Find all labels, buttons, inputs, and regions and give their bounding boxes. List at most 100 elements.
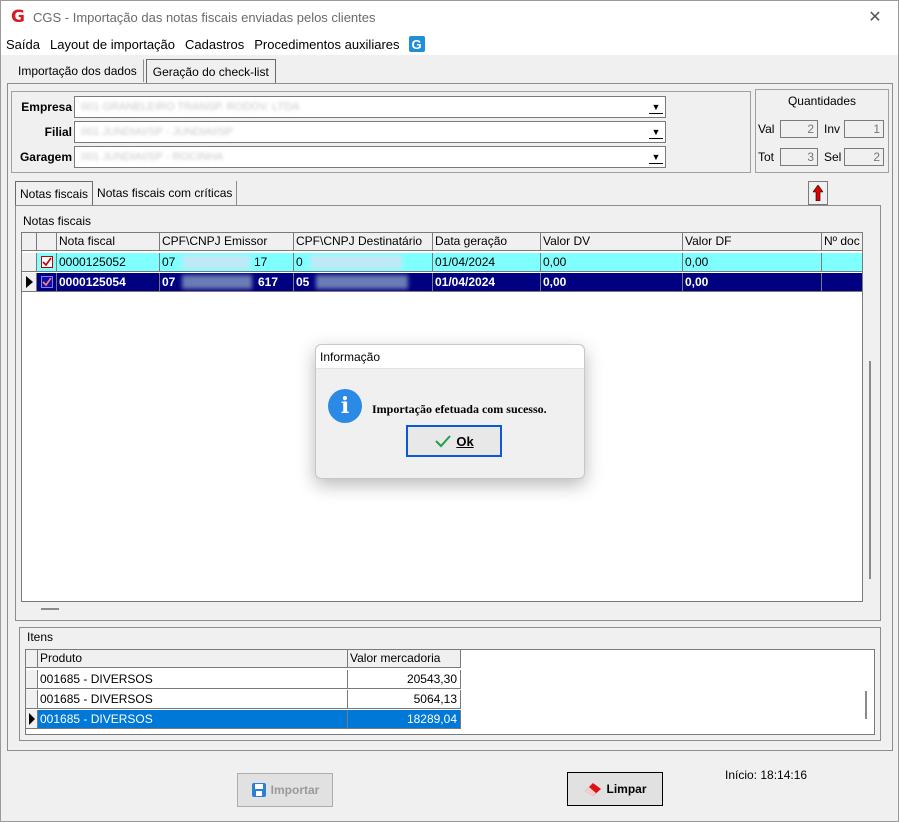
- header-nota-fiscal[interactable]: Nota fiscal: [57, 233, 160, 251]
- inicio-timestamp: Início: 18:14:16: [725, 768, 808, 782]
- cell-data: 01/04/2024: [433, 253, 541, 272]
- table-row[interactable]: 001685 - DIVERSOS 20543,30: [26, 670, 461, 689]
- grid-header: Nota fiscal CPF\CNPJ Emissor CPF\CNPJ De…: [22, 233, 862, 251]
- empresa-row: Empresa 001 GRANELEIRO TRANSP. RODOV. LT…: [12, 96, 666, 118]
- row-indicator: [26, 690, 38, 709]
- cell-n-doc: [822, 273, 862, 292]
- header-indicator: [26, 650, 38, 668]
- table-row[interactable]: 0000125052 07 17 0 01/04/2024 0,00 0,00: [22, 253, 862, 272]
- cell-produto: 001685 - DIVERSOS: [38, 710, 348, 729]
- garagem-label: Garagem: [19, 150, 72, 164]
- limpar-button[interactable]: Limpar: [567, 772, 663, 806]
- cell-valor-dv: 0,00: [541, 253, 683, 272]
- notas-fiscais-group-title: Notas fiscais: [23, 214, 92, 228]
- header-produto[interactable]: Produto: [38, 650, 348, 668]
- emissor-end: 617: [258, 275, 279, 289]
- filial-label: Filial: [44, 125, 72, 139]
- dest-start: 0: [296, 255, 303, 269]
- limpar-label: Limpar: [606, 782, 647, 796]
- header-n-doc[interactable]: Nº doc: [822, 233, 862, 251]
- inv-label: Inv: [824, 122, 841, 136]
- redacted-mask: [182, 255, 250, 269]
- itens-vertical-scrollbar[interactable]: [865, 691, 867, 719]
- sel-field: 2: [844, 148, 884, 166]
- dropdown-arrow-icon[interactable]: ▼: [649, 150, 663, 164]
- window-title: CGS - Importação das notas fiscais envia…: [33, 9, 376, 25]
- menu-layout-importacao[interactable]: Layout de importação: [45, 37, 180, 52]
- dropdown-arrow-icon[interactable]: ▼: [649, 100, 663, 114]
- current-row-arrow-icon: [26, 276, 33, 288]
- redacted-mask: [310, 255, 402, 269]
- empresa-select[interactable]: 001 GRANELEIRO TRANSP. RODOV. LTDA ▼: [74, 96, 666, 118]
- row-checkbox[interactable]: [41, 276, 53, 288]
- table-row-selected[interactable]: 001685 - DIVERSOS 18289,04: [26, 710, 461, 729]
- empresa-label: Empresa: [21, 100, 72, 114]
- grid-header: Produto Valor mercadoria: [26, 650, 461, 668]
- table-row-selected[interactable]: 0000125054 07 617 05 01/04/2024 0,00 0,0…: [22, 273, 862, 292]
- garagem-select[interactable]: 001 JUNDIAI/SP - ROCINHA ▼: [74, 146, 666, 168]
- importar-button[interactable]: Importar: [237, 773, 333, 807]
- menu-procedimentos-auxiliares[interactable]: Procedimentos auxiliares: [249, 37, 404, 52]
- tot-field: 3: [780, 148, 818, 166]
- menu-cadastros[interactable]: Cadastros: [180, 37, 249, 52]
- row-check-cell[interactable]: [37, 253, 57, 272]
- menu-saida[interactable]: Saída: [1, 37, 45, 52]
- cell-emissor: 07 617: [160, 273, 294, 292]
- header-data-geracao[interactable]: Data geração: [433, 233, 541, 251]
- dialog-message: Importação efetuada com sucesso.: [372, 402, 547, 416]
- emissor-end: 17: [254, 255, 268, 269]
- tab-importacao-dados[interactable]: Importação dos dados: [11, 59, 144, 82]
- filial-select[interactable]: 001 JUNDIAI/SP - JUNDIAI/SP ▼: [74, 121, 666, 143]
- garagem-value: 001 JUNDIAI/SP - ROCINHA: [81, 151, 224, 163]
- row-checkbox[interactable]: [41, 256, 53, 268]
- ok-button[interactable]: Ok: [406, 425, 502, 457]
- dialog-title: Informação: [316, 345, 584, 369]
- cell-destinatario: 05: [294, 273, 433, 292]
- red-up-arrow-icon: [813, 185, 823, 201]
- horizontal-scrollbar[interactable]: [41, 608, 59, 610]
- val-field: 2: [780, 120, 818, 138]
- importar-label: Importar: [270, 783, 320, 797]
- table-row[interactable]: 001685 - DIVERSOS 5064,13: [26, 690, 461, 709]
- info-dialog: Informação i Importação efetuada com suc…: [315, 344, 585, 479]
- tab-notas-fiscais[interactable]: Notas fiscais: [15, 181, 94, 205]
- header-valor-mercadoria[interactable]: Valor mercadoria: [348, 650, 461, 668]
- dropdown-arrow-icon[interactable]: ▼: [649, 125, 663, 139]
- redacted-mask: [316, 275, 408, 289]
- tab-notas-fiscais-criticas[interactable]: Notas fiscais com críticas: [93, 181, 238, 205]
- move-up-button[interactable]: [808, 181, 828, 205]
- sel-label: Sel: [824, 150, 842, 164]
- val-label: Val: [758, 122, 775, 136]
- save-disk-icon: [251, 783, 266, 797]
- filter-area: Empresa 001 GRANELEIRO TRANSP. RODOV. LT…: [11, 91, 751, 173]
- itens-group-title: Itens: [27, 630, 54, 644]
- inner-tabs: Notas fiscais Notas fiscais com críticas: [15, 181, 238, 205]
- ok-label: Ok: [456, 433, 474, 449]
- title-bar: G CGS - Importação das notas fiscais env…: [1, 1, 898, 33]
- tot-label: Tot: [758, 150, 775, 164]
- garagem-row: Garagem 001 JUNDIAI/SP - ROCINHA ▼: [12, 146, 666, 168]
- empresa-value: 001 GRANELEIRO TRANSP. RODOV. LTDA: [81, 101, 300, 113]
- quantidades-title: Quantidades: [787, 94, 857, 108]
- filial-row: Filial 001 JUNDIAI/SP - JUNDIAI/SP ▼: [12, 121, 666, 143]
- cell-valor: 18289,04: [348, 710, 461, 729]
- cell-nota: 0000125052: [57, 253, 160, 272]
- tab-geracao-checklist[interactable]: Geração do check-list: [145, 59, 276, 83]
- vertical-scrollbar[interactable]: [869, 361, 871, 579]
- header-valor-df[interactable]: Valor DF: [683, 233, 822, 251]
- itens-grid[interactable]: Produto Valor mercadoria 001685 - DIVERS…: [25, 649, 875, 735]
- header-cnpj-destinatario[interactable]: CPF\CNPJ Destinatário: [294, 233, 433, 251]
- cell-produto: 001685 - DIVERSOS: [38, 670, 348, 689]
- row-indicator: [26, 670, 38, 689]
- g-brand-icon[interactable]: G: [408, 36, 425, 52]
- cell-produto: 001685 - DIVERSOS: [38, 690, 348, 709]
- header-cnpj-emissor[interactable]: CPF\CNPJ Emissor: [160, 233, 294, 251]
- menu-bar: Saída Layout de importação Cadastros Pro…: [1, 33, 898, 55]
- tab-label: Notas fiscais com críticas: [97, 186, 233, 200]
- close-button[interactable]: ✕: [852, 1, 898, 33]
- row-indicator: [22, 273, 37, 292]
- cell-valor: 5064,13: [348, 690, 461, 709]
- row-check-cell[interactable]: [37, 273, 57, 292]
- row-indicator: [22, 253, 37, 272]
- header-valor-dv[interactable]: Valor DV: [541, 233, 683, 251]
